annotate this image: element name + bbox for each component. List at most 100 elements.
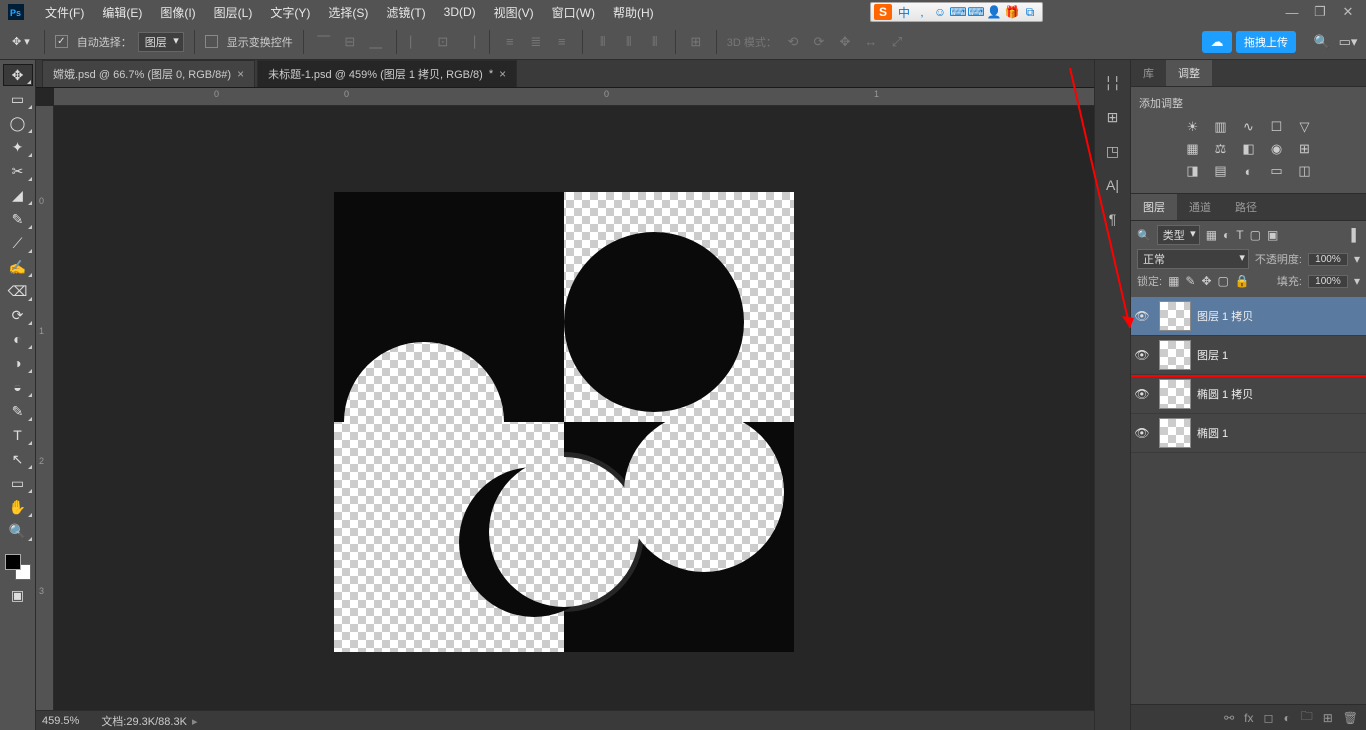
- menu-window[interactable]: 窗口(W): [543, 4, 604, 21]
- layer-thumb[interactable]: [1159, 379, 1191, 409]
- marquee-tool[interactable]: ▭: [3, 88, 33, 110]
- distribute-vcenter-icon[interactable]: ≣: [526, 32, 546, 52]
- menu-3d[interactable]: 3D(D): [435, 5, 485, 19]
- healing-tool[interactable]: ✎: [3, 208, 33, 230]
- tab-channels[interactable]: 通道: [1177, 194, 1223, 220]
- align-vcenter-icon[interactable]: ⊟: [340, 32, 360, 52]
- menu-filter[interactable]: 滤镜(T): [377, 4, 434, 21]
- 3d-slide-icon[interactable]: ↔: [861, 32, 881, 52]
- properties-panel-icon[interactable]: ⊞: [1095, 102, 1130, 132]
- invert-icon[interactable]: ◨: [1184, 163, 1202, 179]
- layer-row-1[interactable]: 👁 图层 1 拷贝: [1131, 297, 1366, 336]
- visibility-icon[interactable]: 👁: [1131, 297, 1153, 335]
- exposure-icon[interactable]: ☐: [1268, 119, 1286, 135]
- auto-align-icon[interactable]: ⊞: [686, 32, 706, 52]
- chevron-right-icon[interactable]: ▸: [189, 716, 198, 728]
- close-button[interactable]: ✕: [1334, 1, 1362, 23]
- menu-type[interactable]: 文字(Y): [261, 4, 319, 21]
- crop-tool[interactable]: ✂: [3, 160, 33, 182]
- menu-layer[interactable]: 图层(L): [205, 4, 262, 21]
- distribute-top-icon[interactable]: ≡: [500, 32, 520, 52]
- blur-tool[interactable]: ◑: [3, 352, 33, 374]
- filter-toggle-icon[interactable]: ▌: [1351, 228, 1360, 242]
- 3d-roll-icon[interactable]: ⟳: [809, 32, 829, 52]
- delete-layer-icon[interactable]: 🗑: [1343, 711, 1358, 725]
- ime-skin-icon[interactable]: 🎁: [1003, 4, 1021, 20]
- align-left-icon[interactable]: ⎸: [407, 32, 427, 52]
- channel-mixer-icon[interactable]: ⊞: [1296, 141, 1314, 157]
- maximize-button[interactable]: ❐: [1306, 1, 1334, 23]
- ime-lang-icon[interactable]: 中: [895, 4, 913, 20]
- close-icon[interactable]: ×: [237, 67, 244, 81]
- ime-toolbar[interactable]: S 中 ‚ ☺ ⌨ ⌨ 👤 🎁 ⧉: [870, 2, 1043, 22]
- distribute-hcenter-icon[interactable]: ⦀: [619, 32, 639, 52]
- lock-image-icon[interactable]: ✎: [1185, 274, 1195, 288]
- close-icon[interactable]: ×: [499, 67, 506, 81]
- photo-filter-icon[interactable]: ◉: [1268, 141, 1286, 157]
- 3d-scale-icon[interactable]: ⤢: [887, 32, 907, 52]
- menu-file[interactable]: 文件(F): [36, 4, 93, 21]
- filter-type-icon[interactable]: T: [1236, 228, 1243, 242]
- posterize-icon[interactable]: ▤: [1212, 163, 1230, 179]
- ime-keyboard-icon[interactable]: ⌨: [967, 4, 985, 20]
- distribute-bottom-icon[interactable]: ≡: [552, 32, 572, 52]
- color-wells[interactable]: [5, 554, 31, 580]
- layer-name[interactable]: 图层 1 拷贝: [1197, 308, 1253, 324]
- layer-name[interactable]: 椭圆 1 拷贝: [1197, 386, 1253, 402]
- zoom-value[interactable]: 459.5%: [42, 715, 79, 727]
- selective-color-icon[interactable]: ◫: [1296, 163, 1314, 179]
- layer-row-3[interactable]: 👁 椭圆 1 拷贝: [1131, 375, 1366, 414]
- quick-select-tool[interactable]: ✦: [3, 136, 33, 158]
- layer-thumb[interactable]: [1159, 340, 1191, 370]
- workspace-icon[interactable]: ▭▾: [1338, 32, 1358, 52]
- menu-view[interactable]: 视图(V): [485, 4, 543, 21]
- stamp-tool[interactable]: ✍: [3, 256, 33, 278]
- new-layer-icon[interactable]: ⊞: [1323, 711, 1333, 725]
- show-transform-checkbox[interactable]: [205, 35, 218, 48]
- vibrance-icon[interactable]: ▽: [1296, 119, 1314, 135]
- align-top-icon[interactable]: ⎺: [314, 32, 334, 52]
- bw-icon[interactable]: ◧: [1240, 141, 1258, 157]
- threshold-icon[interactable]: ◐: [1240, 163, 1258, 179]
- color-panel-icon[interactable]: ◳: [1095, 136, 1130, 166]
- type-tool[interactable]: T: [3, 424, 33, 446]
- menu-image[interactable]: 图像(I): [151, 4, 204, 21]
- move-tool-preset[interactable]: ✥ ▾: [8, 32, 34, 52]
- shape-tool[interactable]: ▭: [3, 472, 33, 494]
- chevron-down-icon[interactable]: ▾: [1354, 252, 1360, 266]
- filter-pixel-icon[interactable]: ▦: [1206, 228, 1217, 242]
- distribute-right-icon[interactable]: ⦀: [645, 32, 665, 52]
- history-brush-tool[interactable]: ⌫: [3, 280, 33, 302]
- lock-transparent-icon[interactable]: ▦: [1168, 274, 1179, 288]
- pen-tool[interactable]: ✎: [3, 400, 33, 422]
- tab-adjustments[interactable]: 调整: [1166, 60, 1212, 86]
- layer-row-2[interactable]: 👁 图层 1: [1131, 336, 1366, 375]
- autoselect-target-select[interactable]: 图层: [138, 32, 184, 52]
- layer-row-4[interactable]: 👁 椭圆 1: [1131, 414, 1366, 453]
- align-bottom-icon[interactable]: ⎽: [366, 32, 386, 52]
- quick-mask-toggle[interactable]: ▣: [3, 584, 33, 606]
- paragraph-panel-icon[interactable]: ¶: [1095, 204, 1130, 234]
- cloud-upload[interactable]: ☁ 拖拽上传: [1202, 31, 1296, 53]
- layer-filter-select[interactable]: 类型: [1157, 225, 1200, 245]
- move-tool[interactable]: ✥: [3, 64, 33, 86]
- ruler-vertical[interactable]: 0 1 2 3: [36, 106, 54, 710]
- visibility-icon[interactable]: 👁: [1131, 375, 1153, 413]
- menu-help[interactable]: 帮助(H): [604, 4, 663, 21]
- dodge-tool[interactable]: ◒: [3, 376, 33, 398]
- zoom-tool[interactable]: 🔍: [3, 520, 33, 542]
- layer-name[interactable]: 椭圆 1: [1197, 425, 1228, 441]
- tab-paths[interactable]: 路径: [1223, 194, 1269, 220]
- visibility-icon[interactable]: 👁: [1131, 336, 1153, 374]
- sogou-icon[interactable]: S: [874, 4, 892, 20]
- filter-shape-icon[interactable]: ▢: [1250, 228, 1261, 242]
- brush-tool[interactable]: ⟋: [3, 232, 33, 254]
- ime-voice-icon[interactable]: ⌨: [949, 4, 967, 20]
- ime-emoji-icon[interactable]: ☺: [931, 4, 949, 20]
- layer-name[interactable]: 图层 1: [1197, 347, 1228, 363]
- lock-all-icon[interactable]: 🔒: [1235, 274, 1250, 288]
- balance-icon[interactable]: ⚖: [1212, 141, 1230, 157]
- align-hcenter-icon[interactable]: ⊡: [433, 32, 453, 52]
- fill-value[interactable]: 100%: [1308, 275, 1348, 288]
- lasso-tool[interactable]: ◯: [3, 112, 33, 134]
